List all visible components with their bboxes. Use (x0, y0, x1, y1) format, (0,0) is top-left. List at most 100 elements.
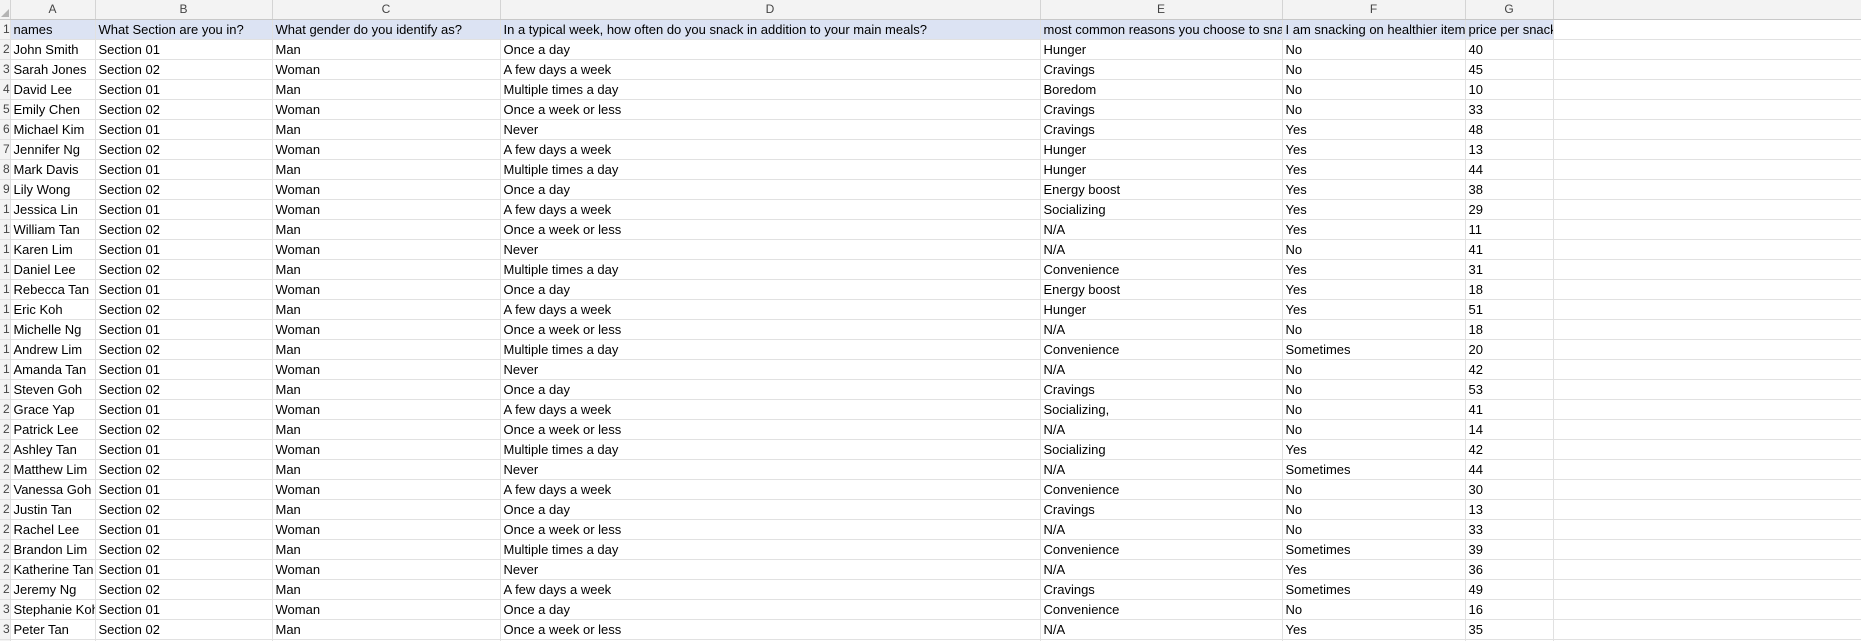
cell-section[interactable]: Section 01 (95, 319, 273, 340)
cell-gender[interactable]: Woman (272, 239, 501, 260)
cell-price[interactable]: 42 (1465, 359, 1554, 380)
cell-section[interactable]: Section 02 (95, 619, 273, 640)
cell-reason[interactable]: Cravings (1040, 379, 1283, 400)
cell-frequency[interactable]: Once a week or less (500, 319, 1041, 340)
cell-section[interactable]: Section 02 (95, 339, 273, 360)
cell-price[interactable]: 39 (1465, 539, 1554, 560)
cell-names[interactable]: Eric Koh (10, 299, 96, 320)
select-all-corner[interactable] (0, 0, 11, 20)
cell-blank[interactable] (1553, 599, 1861, 620)
cell-names[interactable]: Mark Davis (10, 159, 96, 180)
cell-names[interactable]: Sarah Jones (10, 59, 96, 80)
cell-names[interactable]: Rachel Lee (10, 519, 96, 540)
row-number[interactable]: 2 (0, 39, 11, 60)
row-number[interactable]: 4 (0, 79, 11, 100)
cell-gender[interactable]: Man (272, 79, 501, 100)
cell-blank[interactable] (1553, 79, 1861, 100)
cell-reason[interactable]: Hunger (1040, 159, 1283, 180)
cell-healthier[interactable]: Sometimes (1282, 339, 1466, 360)
row-number[interactable]: 9 (0, 179, 11, 200)
cell-section[interactable]: Section 01 (95, 439, 273, 460)
cell-gender[interactable]: Woman (272, 559, 501, 580)
cell-gender[interactable]: Man (272, 259, 501, 280)
cell-blank[interactable] (1553, 479, 1861, 500)
cell-price[interactable]: 44 (1465, 459, 1554, 480)
column-header-c[interactable]: C (272, 0, 501, 20)
row-number[interactable]: 1 (0, 19, 11, 40)
cell-section[interactable]: Section 01 (95, 399, 273, 420)
row-number[interactable]: 19 (0, 379, 11, 400)
cell-frequency[interactable]: Once a day (500, 179, 1041, 200)
cell-gender[interactable]: Woman (272, 139, 501, 160)
row-number[interactable]: 22 (0, 439, 11, 460)
cell-price[interactable]: 41 (1465, 399, 1554, 420)
cell-reason[interactable]: Socializing, (1040, 399, 1283, 420)
cell-blank[interactable] (1553, 59, 1861, 80)
cell-frequency-header[interactable]: In a typical week, how often do you snac… (500, 19, 1041, 40)
cell-gender[interactable]: Man (272, 499, 501, 520)
cell-healthier[interactable]: No (1282, 39, 1466, 60)
cell-section[interactable]: Section 01 (95, 519, 273, 540)
cell-blank[interactable] (1553, 219, 1861, 240)
column-header-g[interactable]: G (1465, 0, 1554, 20)
cell-section[interactable]: Section 02 (95, 379, 273, 400)
cell-blank[interactable] (1553, 119, 1861, 140)
cell-healthier[interactable]: Yes (1282, 259, 1466, 280)
cell-names[interactable]: Emily Chen (10, 99, 96, 120)
cell-price[interactable]: 49 (1465, 579, 1554, 600)
cell-gender-header[interactable]: What gender do you identify as? (272, 19, 501, 40)
cell-healthier[interactable]: Yes (1282, 439, 1466, 460)
cell-frequency[interactable]: A few days a week (500, 199, 1041, 220)
cell-blank[interactable] (1553, 499, 1861, 520)
cell-names[interactable]: Stephanie Koh (10, 599, 96, 620)
cell-blank[interactable] (1553, 319, 1861, 340)
row-number[interactable]: 24 (0, 479, 11, 500)
cell-price[interactable]: 14 (1465, 419, 1554, 440)
cell-gender[interactable]: Man (272, 379, 501, 400)
cell-price[interactable]: 51 (1465, 299, 1554, 320)
cell-section[interactable]: Section 02 (95, 59, 273, 80)
cell-reason[interactable]: Convenience (1040, 339, 1283, 360)
cell-names[interactable]: Daniel Lee (10, 259, 96, 280)
cell-gender[interactable]: Man (272, 619, 501, 640)
cell-price[interactable]: 20 (1465, 339, 1554, 360)
cell-frequency[interactable]: Once a day (500, 379, 1041, 400)
cell-healthier[interactable]: Sometimes (1282, 459, 1466, 480)
cell-frequency[interactable]: A few days a week (500, 139, 1041, 160)
cell-blank[interactable] (1553, 139, 1861, 160)
cell-blank[interactable] (1553, 239, 1861, 260)
cell-price[interactable]: 18 (1465, 319, 1554, 340)
cell-healthier[interactable]: No (1282, 79, 1466, 100)
cell-names[interactable]: Grace Yap (10, 399, 96, 420)
cell-healthier[interactable]: Yes (1282, 559, 1466, 580)
cell-section[interactable]: Section 02 (95, 419, 273, 440)
cell-blank[interactable] (1553, 99, 1861, 120)
cell-blank[interactable] (1553, 519, 1861, 540)
cell-price[interactable]: 53 (1465, 379, 1554, 400)
cell-gender[interactable]: Woman (272, 319, 501, 340)
cell-reason[interactable]: N/A (1040, 519, 1283, 540)
cell-reason[interactable]: Cravings (1040, 99, 1283, 120)
cell-frequency[interactable]: Never (500, 459, 1041, 480)
cell-names[interactable]: Jeremy Ng (10, 579, 96, 600)
cell-gender[interactable]: Man (272, 459, 501, 480)
cell-gender[interactable]: Man (272, 419, 501, 440)
cell-frequency[interactable]: Multiple times a day (500, 539, 1041, 560)
cell-frequency[interactable]: Never (500, 559, 1041, 580)
row-number[interactable]: 30 (0, 599, 11, 620)
cell-gender[interactable]: Woman (272, 359, 501, 380)
cell-healthier[interactable]: Yes (1282, 279, 1466, 300)
cell-reason[interactable]: Convenience (1040, 479, 1283, 500)
cell-blank[interactable] (1553, 199, 1861, 220)
cell-frequency[interactable]: Multiple times a day (500, 439, 1041, 460)
cell-reason[interactable]: Cravings (1040, 119, 1283, 140)
cell-gender[interactable]: Woman (272, 519, 501, 540)
cell-blank[interactable] (1553, 19, 1861, 40)
row-number[interactable]: 10 (0, 199, 11, 220)
cell-healthier[interactable]: No (1282, 599, 1466, 620)
cell-frequency[interactable]: Never (500, 239, 1041, 260)
row-number[interactable]: 29 (0, 579, 11, 600)
cell-price[interactable]: 48 (1465, 119, 1554, 140)
cell-gender[interactable]: Man (272, 539, 501, 560)
cell-names[interactable]: Michael Kim (10, 119, 96, 140)
